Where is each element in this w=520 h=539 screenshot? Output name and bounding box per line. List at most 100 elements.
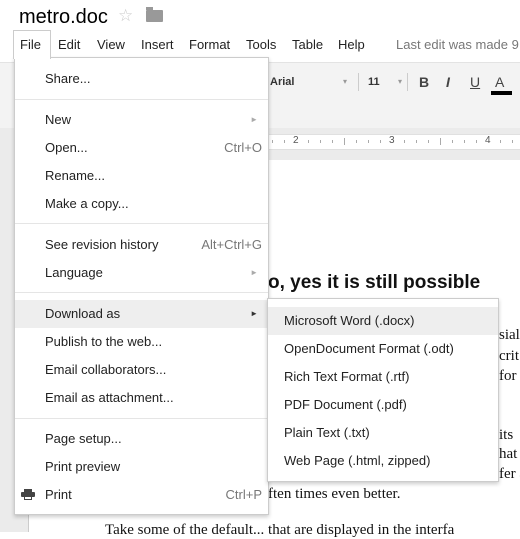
body-text-line[interactable]: its	[499, 427, 513, 444]
menu-item-new[interactable]: New ►	[15, 106, 268, 134]
body-text-line[interactable]: fer a	[499, 466, 520, 483]
menu-file-label: File	[20, 37, 41, 52]
menu-tools[interactable]: Tools	[246, 37, 276, 52]
italic-button[interactable]: I	[446, 74, 450, 90]
ruler-tick	[356, 140, 357, 143]
ruler[interactable]: 2 3 4	[268, 134, 520, 150]
menu-item-label: Download as	[45, 306, 121, 321]
menu-item-print-preview[interactable]: Print preview	[15, 453, 268, 481]
submenu-item-label: PDF Document (.pdf)	[284, 397, 407, 412]
menu-table[interactable]: Table	[292, 37, 323, 52]
menu-item-page-setup[interactable]: Page setup...	[15, 425, 268, 453]
ruler-tick	[404, 140, 405, 143]
printer-icon	[21, 489, 35, 500]
folder-icon[interactable]	[146, 7, 163, 22]
ruler-tick	[476, 140, 477, 143]
body-text-line[interactable]: hat	[499, 446, 517, 463]
font-dropdown-icon[interactable]: ▾	[343, 77, 347, 86]
body-text-line[interactable]: sial	[499, 327, 520, 344]
submenu-item-label: Web Page (.html, zipped)	[284, 453, 431, 468]
menu-item-label: Page setup...	[45, 431, 122, 446]
ruler-tick	[440, 138, 441, 145]
menu-item-language[interactable]: Language ►	[15, 259, 268, 287]
menu-divider	[15, 418, 268, 419]
menu-item-publish[interactable]: Publish to the web...	[15, 328, 268, 356]
ruler-label: 3	[389, 135, 395, 146]
body-text-line[interactable]: ften times even better.	[268, 486, 400, 503]
font-size-select[interactable]: 11	[368, 76, 380, 88]
text-color-swatch	[491, 91, 512, 95]
menu-item-label: Print preview	[45, 459, 121, 474]
menu-item-label: Email as attachment...	[45, 390, 174, 405]
menu-item-label: Rename...	[45, 168, 105, 183]
ruler-tick	[500, 140, 501, 143]
submenu-item-label: OpenDocument Format (.odt)	[284, 341, 454, 356]
download-rtf[interactable]: Rich Text Format (.rtf)	[268, 363, 498, 391]
menu-item-shortcut: Alt+Ctrl+G	[201, 237, 262, 252]
menu-item-share[interactable]: Share...	[15, 65, 268, 93]
menu-insert[interactable]: Insert	[141, 37, 174, 52]
last-edit-status[interactable]: Last edit was made 9	[396, 37, 519, 52]
ruler-tick	[452, 140, 453, 143]
underline-button[interactable]: U	[470, 74, 480, 90]
download-pdf[interactable]: PDF Document (.pdf)	[268, 391, 498, 419]
menu-file[interactable]: File	[13, 30, 51, 59]
body-text-line[interactable]: for	[499, 368, 517, 385]
menu-item-revision-history[interactable]: See revision history Alt+Ctrl+G	[15, 231, 268, 259]
menu-help[interactable]: Help	[338, 37, 365, 52]
menu-item-email-attachment[interactable]: Email as attachment...	[15, 384, 268, 412]
ruler-tick	[308, 140, 309, 143]
download-odt[interactable]: OpenDocument Format (.odt)	[268, 335, 498, 363]
font-family-select[interactable]: Arial	[270, 76, 294, 88]
toolbar-divider	[407, 73, 408, 91]
menu-view[interactable]: View	[97, 37, 125, 52]
ruler-tick	[368, 140, 369, 143]
ruler-tick	[320, 140, 321, 143]
menu-item-download-as[interactable]: Download as ►	[15, 300, 268, 328]
download-txt[interactable]: Plain Text (.txt)	[268, 419, 498, 447]
ruler-tick	[272, 140, 273, 143]
menu-item-print[interactable]: Print Ctrl+P	[15, 481, 268, 509]
document-title[interactable]: metro.doc	[19, 6, 108, 29]
menu-item-label: See revision history	[45, 237, 159, 252]
text-color-button[interactable]: A	[495, 74, 504, 90]
star-icon[interactable]: ☆	[118, 6, 133, 26]
menu-format[interactable]: Format	[189, 37, 230, 52]
document-heading[interactable]: o, yes it is still possible	[268, 272, 480, 294]
submenu-arrow-icon: ►	[250, 309, 258, 318]
body-text-line[interactable]: crit	[499, 348, 519, 365]
menu-item-label: Share...	[45, 71, 91, 86]
menu-item-label: Email collaborators...	[45, 362, 167, 377]
download-docx[interactable]: Microsoft Word (.docx)	[268, 307, 498, 335]
ruler-tick	[284, 140, 285, 143]
ruler-tick	[512, 140, 513, 143]
menu-item-rename[interactable]: Rename...	[15, 162, 268, 190]
ruler-tick	[344, 138, 345, 145]
menu-divider	[15, 292, 268, 293]
menu-item-open[interactable]: Open... Ctrl+O	[15, 134, 268, 162]
submenu-arrow-icon: ►	[250, 115, 258, 124]
ruler-label: 2	[293, 135, 299, 146]
menu-item-label: Language	[45, 265, 103, 280]
body-text-line[interactable]: Take some of the default... that are dis…	[105, 522, 454, 539]
ruler-tick	[428, 140, 429, 143]
menu-item-make-copy[interactable]: Make a copy...	[15, 190, 268, 218]
download-html[interactable]: Web Page (.html, zipped)	[268, 447, 498, 475]
ruler-tick	[464, 140, 465, 143]
ruler-tick	[416, 140, 417, 143]
menu-item-label: New	[45, 112, 72, 127]
menu-item-label: Open...	[45, 140, 88, 155]
submenu-item-label: Microsoft Word (.docx)	[284, 313, 415, 328]
size-dropdown-icon[interactable]: ▾	[398, 77, 402, 86]
submenu-item-label: Rich Text Format (.rtf)	[284, 369, 410, 384]
bold-button[interactable]: B	[419, 74, 429, 90]
menu-item-email-collaborators[interactable]: Email collaborators...	[15, 356, 268, 384]
ruler-tick	[380, 140, 381, 143]
menu-item-shortcut: Ctrl+P	[225, 487, 262, 502]
menu-divider	[15, 99, 268, 100]
file-menu: Share... New ► Open... Ctrl+O Rename... Ma…	[14, 57, 269, 515]
menu-item-label: Make a copy...	[45, 196, 129, 211]
menu-edit[interactable]: Edit	[58, 37, 80, 52]
menu-item-label: Publish to the web...	[45, 334, 163, 349]
ruler-tick	[332, 140, 333, 143]
